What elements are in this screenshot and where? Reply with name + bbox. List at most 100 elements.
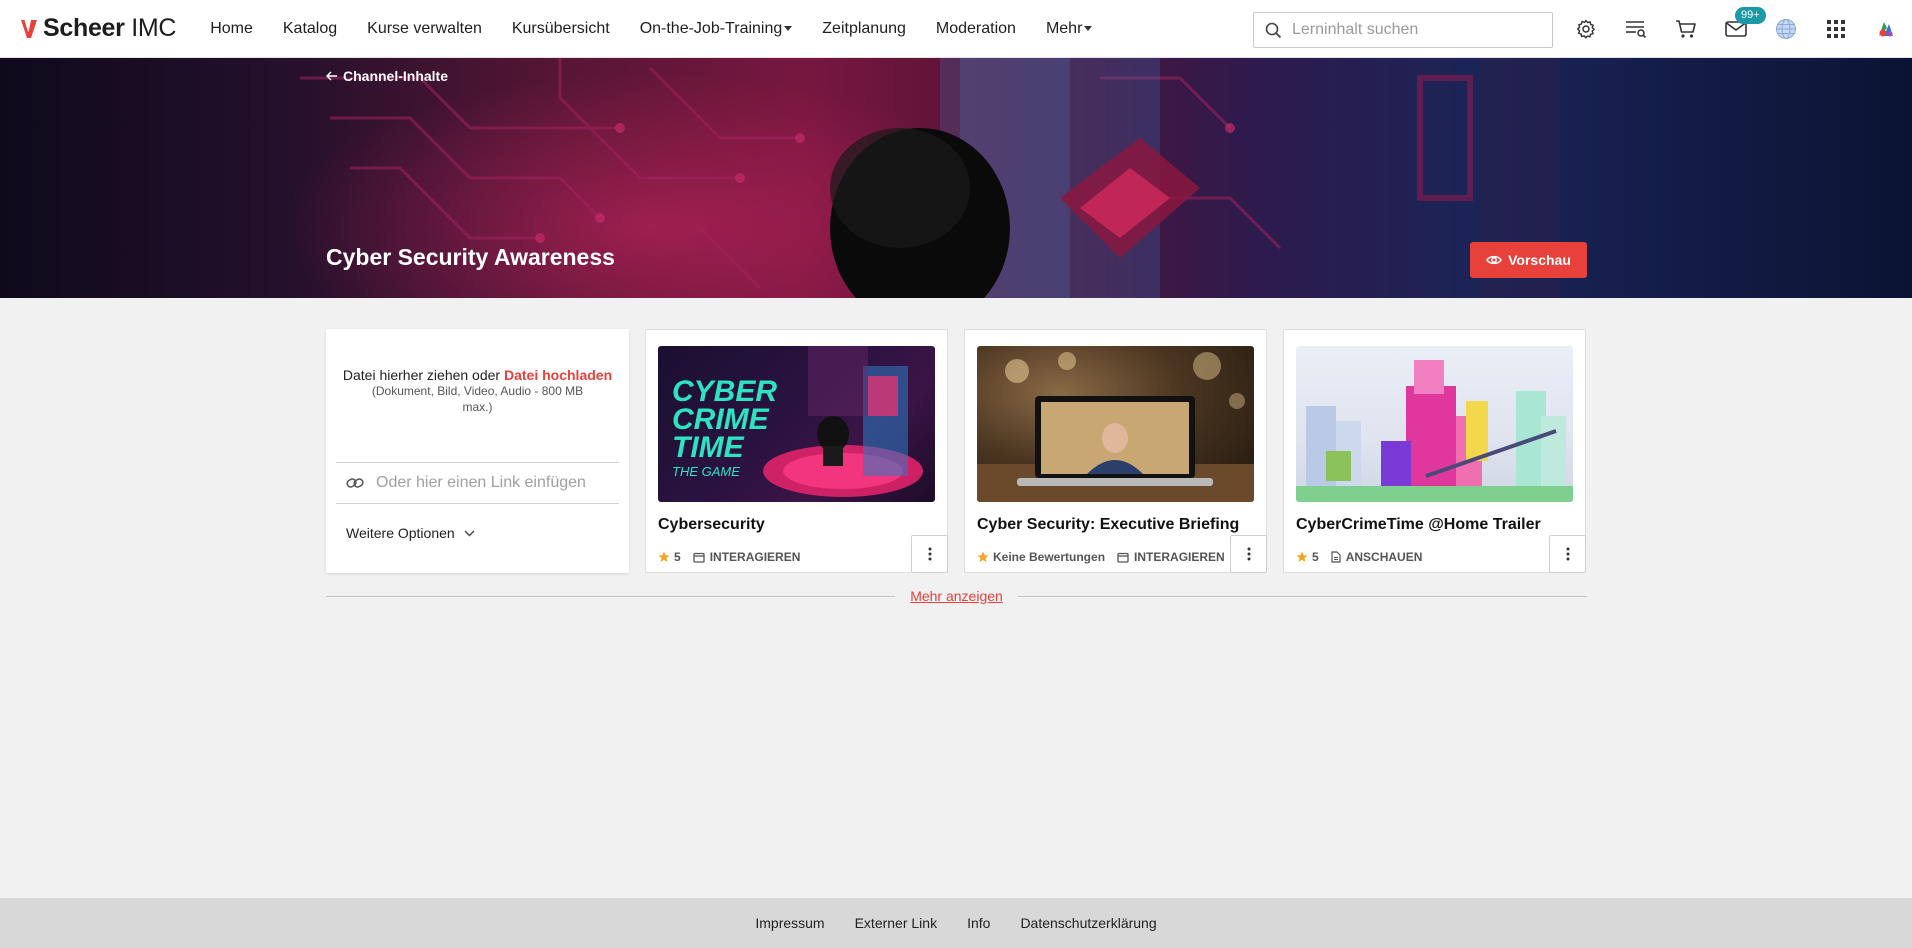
rating-value: Keine Bewertungen [993, 550, 1106, 564]
nav-item-zeitplanung[interactable]: Zeitplanung [822, 20, 906, 38]
cart-button[interactable] [1674, 17, 1698, 41]
show-more-link[interactable]: Mehr anzeigen [895, 588, 1018, 604]
nav-item-label: Moderation [935, 19, 1016, 37]
thumb-title-line: CRIME [672, 403, 769, 436]
content-card-title[interactable]: Cyber Security: Executive Briefing [977, 516, 1239, 534]
content-card[interactable]: CyberCrimeTime @Home Trailer 5 ANSCHAUEN [1283, 329, 1586, 573]
scheer-logo-icon [21, 19, 37, 38]
star-icon [977, 551, 989, 562]
nav-item-mehr[interactable]: Mehr [1045, 19, 1093, 38]
interactive-type-icon [693, 552, 705, 563]
card-options-button[interactable] [1549, 535, 1586, 573]
file-dropzone[interactable]: Datei hierher ziehen oder Datei hochlade… [326, 367, 629, 415]
nav-item-label: Home [210, 19, 253, 37]
upload-card: Datei hierher ziehen oder Datei hochlade… [326, 329, 629, 573]
content-type-label: INTERAGIEREN [709, 550, 801, 564]
upload-file-link[interactable]: Datei hochladen [504, 367, 612, 383]
nav-item-kursuebersicht[interactable]: Kursübersicht [512, 20, 610, 38]
apps-grid-icon [1827, 20, 1845, 38]
rating-value: 5 [674, 550, 681, 564]
nav-item-label: On-the-Job-Training [639, 19, 783, 37]
content-thumbnail[interactable] [1296, 346, 1573, 502]
content-thumbnail[interactable]: CYBER CRIME TIME THE GAME [658, 346, 935, 502]
messages-badge: 99+ [1735, 7, 1766, 24]
search-icon [1265, 22, 1282, 38]
content-card[interactable]: CYBER CRIME TIME THE GAME Cybersecurity … [645, 329, 948, 573]
more-vertical-icon [928, 547, 931, 561]
executive-briefing-photo [977, 352, 1254, 502]
card-options-button[interactable] [1230, 535, 1267, 573]
dropzone-text: Datei hierher ziehen oder [342, 367, 501, 383]
nav-item-on-the-job-training[interactable]: On-the-Job-Training [640, 20, 793, 38]
content-card-meta: Keine Bewertungen INTERAGIEREN [977, 550, 1225, 564]
link-icon [346, 478, 364, 488]
content-card-meta: 5 INTERAGIEREN [658, 550, 800, 564]
learning-list-icon [1626, 21, 1647, 39]
arrow-left-icon [326, 71, 337, 81]
eye-icon [1486, 255, 1502, 265]
link-input-row [336, 462, 619, 504]
page-title: Cyber Security Awareness [326, 244, 615, 270]
chevron-down-icon [464, 530, 475, 536]
logo-brand: Scheer [43, 14, 125, 42]
nav-item-kurse-verwalten[interactable]: Kurse verwalten [367, 20, 482, 38]
link-input[interactable] [376, 474, 606, 492]
thumb-subtitle: THE GAME [672, 464, 740, 479]
more-options-toggle[interactable]: Weitere Optionen [346, 525, 475, 541]
rating-value: 5 [1312, 550, 1319, 564]
footer-link-info[interactable]: Info [967, 915, 990, 931]
preview-button-label: Vorschau [1508, 252, 1571, 268]
main-nav: Home Katalog Kurse verwalten Kursübersic… [210, 0, 1122, 58]
upload-hint: (Dokument, Bild, Video, Audio - 800 MB m… [371, 384, 584, 414]
nav-item-label: Kurse verwalten [367, 19, 482, 37]
user-avatar-icon [1879, 22, 1893, 37]
footer-link-privacy[interactable]: Datenschutzerklärung [1020, 915, 1156, 931]
back-to-channel-contents-link[interactable]: Channel-Inhalte [326, 68, 448, 84]
cybercrime-home-artwork [1296, 360, 1573, 502]
footer-link-impressum[interactable]: Impressum [755, 915, 824, 931]
interactive-type-icon [1117, 552, 1129, 563]
nav-item-moderation[interactable]: Moderation [936, 20, 1016, 38]
more-vertical-icon [1247, 547, 1250, 561]
content-type-label: ANSCHAUEN [1345, 550, 1423, 564]
search-input[interactable] [1292, 21, 1532, 39]
nav-item-label: Mehr [1045, 19, 1083, 37]
nav-item-label: Katalog [282, 19, 338, 37]
content-type-label: INTERAGIEREN [1134, 550, 1225, 564]
card-options-button[interactable] [911, 535, 948, 573]
logo[interactable]: Scheer IMC [20, 0, 176, 58]
nav-item-label: Zeitplanung [822, 19, 906, 37]
apps-button[interactable] [1824, 17, 1848, 41]
document-type-icon [1331, 551, 1341, 563]
logo-suffix: IMC [131, 14, 177, 42]
search-box [1253, 12, 1553, 48]
learning-list-button[interactable] [1624, 17, 1648, 41]
user-menu-button[interactable] [1874, 17, 1898, 41]
content-card[interactable]: Cyber Security: Executive Briefing Keine… [964, 329, 1267, 573]
thumb-title-line: TIME [672, 431, 744, 464]
content-thumbnail[interactable] [977, 346, 1254, 502]
footer-link-external[interactable]: Externer Link [855, 915, 937, 931]
top-navbar: Scheer IMC Home Katalog Kurse verwalten … [0, 0, 1912, 58]
settings-button[interactable] [1574, 17, 1598, 41]
back-link-label: Channel-Inhalte [343, 68, 449, 84]
nav-item-home[interactable]: Home [210, 20, 253, 38]
star-icon [1296, 551, 1308, 562]
gear-icon [1576, 19, 1595, 39]
hero-background-illustration [300, 58, 1560, 298]
more-vertical-icon [1566, 547, 1569, 561]
content-card-title[interactable]: Cybersecurity [658, 516, 765, 534]
divider [1018, 596, 1587, 597]
language-button[interactable] [1774, 17, 1798, 41]
star-icon [658, 551, 670, 562]
caret-down-icon [1084, 26, 1093, 31]
cart-icon [1676, 20, 1696, 38]
footer: Impressum Externer Link Info Datenschutz… [0, 898, 1912, 948]
content-card-title[interactable]: CyberCrimeTime @Home Trailer [1296, 516, 1541, 534]
nav-item-label: Kursübersicht [511, 19, 610, 37]
nav-item-katalog[interactable]: Katalog [283, 20, 337, 38]
globe-icon [1776, 19, 1796, 39]
caret-down-icon [784, 26, 793, 31]
channel-hero-banner: Channel-Inhalte Cyber Security Awareness… [0, 58, 1912, 298]
preview-button[interactable]: Vorschau [1470, 242, 1587, 278]
